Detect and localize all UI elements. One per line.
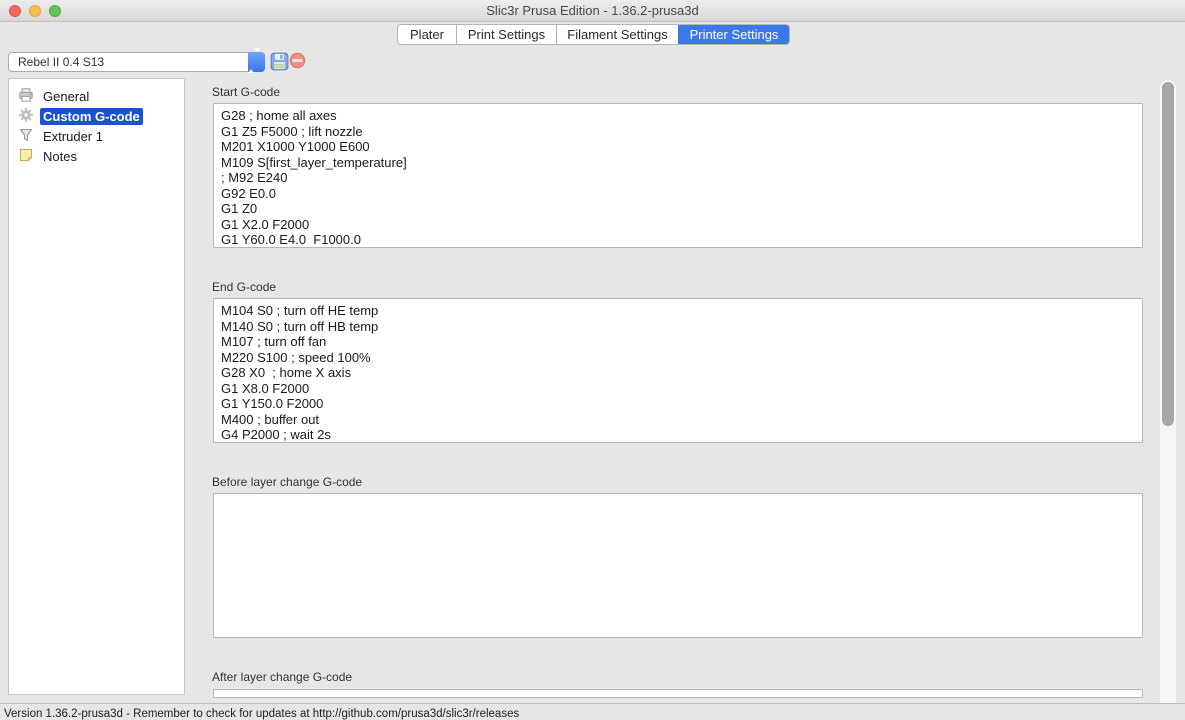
printer-preset-value: Rebel II 0.4 S13 [18, 53, 104, 71]
combobox-stepper-icon[interactable] [248, 52, 265, 72]
tab-printer-settings[interactable]: Printer Settings [678, 25, 789, 44]
sidebar-item-general[interactable]: General [9, 86, 184, 106]
printer-icon [18, 87, 40, 106]
tab-filament-settings[interactable]: Filament Settings [556, 25, 678, 44]
tab-print-settings[interactable]: Print Settings [456, 25, 556, 44]
delete-preset-button[interactable] [287, 52, 307, 72]
before-layer-change-gcode-textarea[interactable] [213, 493, 1143, 638]
zoom-window-button[interactable] [49, 5, 61, 17]
sidebar-item-label: Custom G-code [40, 108, 143, 125]
start-gcode-textarea[interactable]: G28 ; home all axes G1 Z5 F5000 ; lift n… [213, 103, 1143, 248]
start-gcode-label: Start G-code [212, 85, 280, 99]
save-preset-button[interactable] [269, 52, 289, 72]
sidebar-item-label: Notes [40, 148, 80, 165]
sidebar-item-label: General [40, 88, 92, 105]
vertical-scrollbar-track[interactable] [1159, 79, 1177, 712]
gear-icon [18, 107, 40, 126]
window-title: Slic3r Prusa Edition - 1.36.2-prusa3d [0, 0, 1185, 21]
funnel-icon [18, 127, 40, 146]
window-titlebar: Slic3r Prusa Edition - 1.36.2-prusa3d [0, 0, 1185, 22]
sidebar-item-extruder-1[interactable]: Extruder 1 [9, 126, 184, 146]
settings-tree-panel: General Custom G-code [8, 78, 185, 695]
printer-preset-combobox[interactable]: Rebel II 0.4 S13 [8, 52, 265, 72]
sidebar-item-custom-gcode[interactable]: Custom G-code [9, 106, 184, 126]
sidebar-item-notes[interactable]: Notes [9, 146, 184, 166]
settings-tab-bar: Plater Print Settings Filament Settings … [397, 24, 790, 45]
status-bar: Version 1.36.2-prusa3d - Remember to che… [0, 703, 1185, 720]
sidebar-item-label: Extruder 1 [40, 128, 106, 145]
version-status-text: Version 1.36.2-prusa3d - Remember to che… [4, 708, 519, 720]
after-layer-change-gcode-label: After layer change G-code [212, 670, 352, 684]
note-icon [18, 147, 40, 166]
end-gcode-label: End G-code [212, 280, 276, 294]
end-gcode-textarea[interactable]: M104 S0 ; turn off HE temp M140 S0 ; tur… [213, 298, 1143, 443]
vertical-scrollbar-thumb[interactable] [1162, 82, 1174, 426]
prohibition-icon [289, 57, 306, 72]
before-layer-change-gcode-label: Before layer change G-code [212, 475, 362, 489]
after-layer-change-gcode-textarea[interactable] [213, 689, 1143, 698]
chevron-down-icon [254, 48, 260, 69]
close-window-button[interactable] [9, 5, 21, 17]
floppy-disk-icon [270, 59, 289, 74]
minimize-window-button[interactable] [29, 5, 41, 17]
tab-plater[interactable]: Plater [398, 25, 456, 44]
